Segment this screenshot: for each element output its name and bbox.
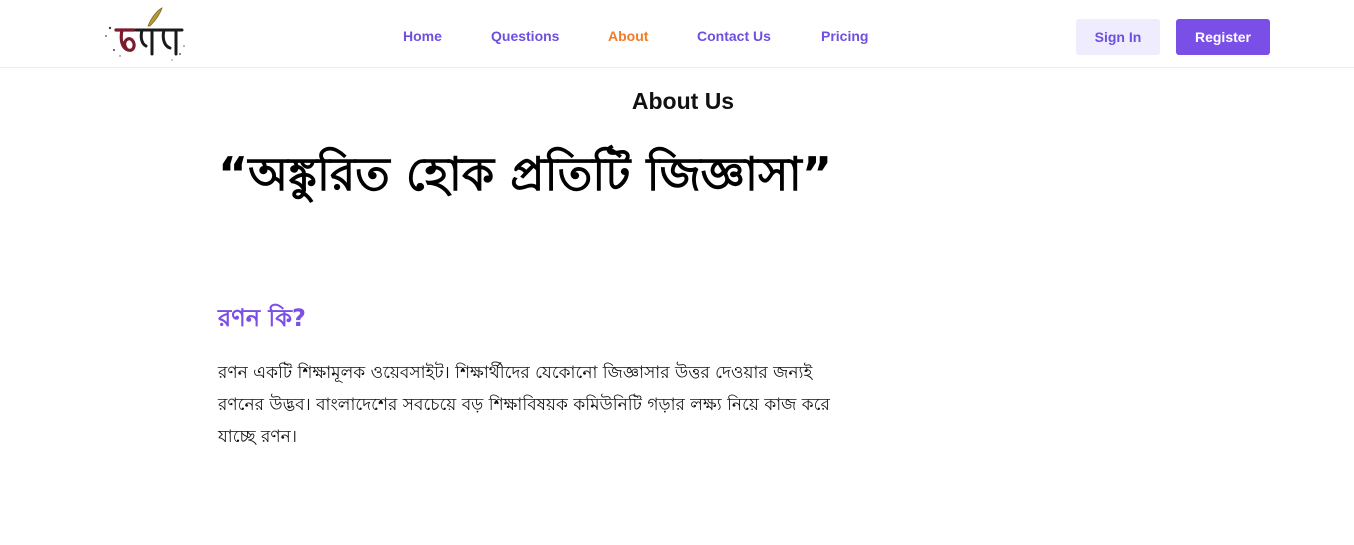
nav-link-about[interactable]: About bbox=[608, 28, 648, 44]
page-title: About Us bbox=[631, 88, 735, 114]
nav-link-pricing[interactable]: Pricing bbox=[821, 28, 868, 44]
register-button[interactable]: Register bbox=[1176, 19, 1270, 55]
section-body-text: রণন একটি শিক্ষামূলক ওয়েবসাইট। শিক্ষার্থ… bbox=[218, 363, 830, 447]
sign-in-button[interactable]: Sign In bbox=[1076, 19, 1160, 55]
site-logo[interactable] bbox=[100, 6, 190, 64]
logo-glyph-3 bbox=[156, 28, 184, 56]
nav-link-home[interactable]: Home bbox=[403, 28, 442, 44]
logo-glyph-1 bbox=[114, 28, 136, 52]
navbar: Home Questions About Contact Us Pricing … bbox=[0, 0, 1354, 68]
logo-feather-icon bbox=[147, 7, 163, 27]
tagline: “অঙ্কুরিত হোক প্রতিটি জিজ্ঞাসা” bbox=[218, 147, 833, 201]
nav-link-questions[interactable]: Questions bbox=[491, 28, 559, 44]
logo-glyph-2 bbox=[134, 28, 160, 56]
section-heading: রণন কি? bbox=[218, 304, 306, 332]
nav-link-contact-us[interactable]: Contact Us bbox=[697, 28, 771, 44]
